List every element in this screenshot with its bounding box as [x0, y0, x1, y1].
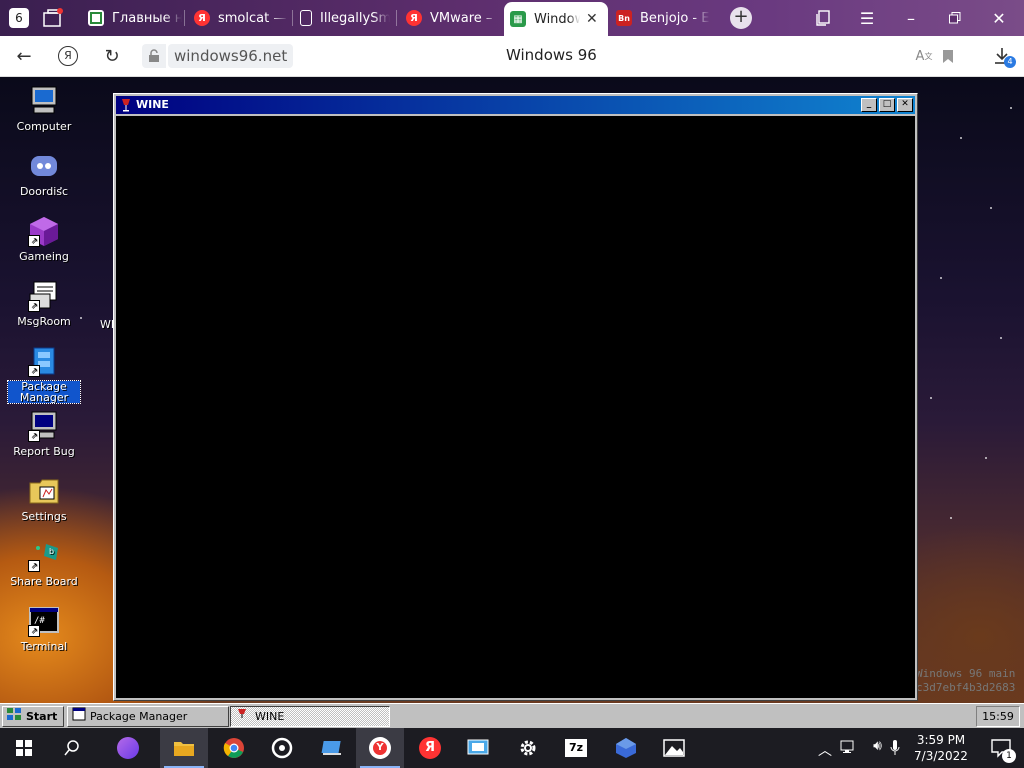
back-arrow-icon[interactable]: ← [10, 42, 38, 70]
plus-icon: + [730, 7, 752, 29]
file-explorer-icon[interactable] [160, 728, 208, 768]
taskbar-item-wine[interactable]: WINE [230, 706, 390, 727]
search-icon[interactable] [48, 728, 96, 768]
7zip-icon[interactable]: 7z [552, 728, 600, 768]
taskbar-clock[interactable]: 3:59 PM 7/3/2022 [910, 732, 972, 764]
wine-window[interactable]: WINE _ □ ✕ [113, 93, 918, 701]
desktop-icon-package-manager[interactable]: ↗ Package Manager [7, 345, 81, 404]
bookmark-icon[interactable] [934, 42, 962, 70]
tab-5-label: Window [534, 11, 580, 27]
downloads-badge: 4 [1004, 56, 1016, 68]
taskbar-item-package-manager[interactable]: Package Manager [67, 706, 229, 727]
new-tab-button[interactable]: + [726, 4, 756, 32]
collections-icon[interactable] [808, 4, 838, 32]
tab-counter-button[interactable]: 6 [4, 4, 34, 32]
windows-start-icon[interactable] [0, 728, 48, 768]
tab-count: 6 [9, 8, 29, 28]
tab-4-label: VMware – [430, 10, 493, 26]
address-bar: ← Я ↻ windows96.net Windows 96 A文 4 [0, 36, 1024, 77]
reload-icon[interactable]: ↻ [98, 42, 126, 70]
vmware-icon[interactable] [308, 728, 356, 768]
msgroom-icon: ↗ [28, 280, 60, 312]
lock-icon[interactable] [142, 44, 166, 68]
yandex-browser-icon[interactable]: Y [356, 728, 404, 768]
svg-text:b: b [49, 547, 54, 556]
w96-clock: 15:59 [976, 706, 1020, 727]
obs-icon[interactable] [258, 728, 306, 768]
windows-taskbar: Y Я 7z ︿ 🔊︎ 3:59 PM 7/3/2022 1 [0, 728, 1024, 768]
maximize-icon[interactable]: □ [879, 98, 895, 112]
yandex-icon: Я [406, 10, 422, 26]
downloads-icon[interactable]: 4 [988, 42, 1016, 70]
tab-6-label: Benjojo - E [640, 10, 710, 26]
discord-icon [28, 150, 60, 182]
desktop-icon-computer[interactable]: Computer [8, 85, 80, 132]
wine-content-area[interactable] [116, 116, 915, 698]
yandex-icon[interactable]: Я [406, 728, 454, 768]
photos-icon[interactable] [650, 728, 698, 768]
share-board-icon: b ↗ [28, 540, 60, 572]
version-watermark: Windows 96 main c3d7ebf4b3d2683 [916, 667, 1016, 694]
notification-count: 1 [1002, 749, 1016, 763]
close-window-icon[interactable]: ✕ [984, 4, 1014, 32]
tab-1-label: Главные н [112, 10, 182, 26]
browser-tab-bar: 6 Главные н Я smolcat — IllegallySm Я VM… [0, 0, 1024, 36]
report-bug-icon: ↗ [28, 410, 60, 442]
sheet-icon [88, 10, 104, 26]
tab-6[interactable]: Bn Benjojo - E [610, 4, 710, 32]
minimize-icon[interactable]: – [896, 4, 926, 32]
yandex-icon: Я [194, 10, 210, 26]
menu-icon[interactable]: ☰ [852, 4, 882, 32]
close-tab-icon[interactable]: ✕ [586, 11, 598, 27]
tab-2-label: smolcat — [218, 10, 287, 26]
windows96-icon: ▦ [510, 11, 526, 27]
tab-4[interactable]: Я VMware – [400, 4, 500, 32]
url-field[interactable]: windows96.net [168, 44, 294, 68]
windows96-logo-icon [6, 707, 22, 727]
desktop-icon-doordisc[interactable]: Doordisc [8, 150, 80, 197]
tab-2[interactable]: Я smolcat — [188, 4, 288, 32]
alice-assistant-icon[interactable] [104, 728, 152, 768]
page-title: Windows 96 [506, 46, 597, 64]
desktop-icon-gameing[interactable]: ↗ Gameing [8, 215, 80, 262]
minimize-icon[interactable]: _ [861, 98, 877, 112]
chrome-icon[interactable] [210, 728, 258, 768]
remote-desktop-icon[interactable] [454, 728, 502, 768]
tab-5-active[interactable]: ▦ Window ✕ [504, 2, 608, 36]
wine-glass-icon [120, 98, 132, 118]
desktop-icon-settings[interactable]: Settings [8, 475, 80, 522]
bn-icon: Bn [616, 10, 632, 26]
yandex-logo-icon[interactable]: Я [54, 42, 82, 70]
settings-gear-icon[interactable] [504, 728, 552, 768]
wine-titlebar[interactable]: WINE _ □ ✕ [116, 96, 915, 114]
tab-1[interactable]: Главные н [82, 4, 182, 32]
notifications-icon[interactable]: 1 [990, 738, 1016, 763]
computer-icon [28, 85, 60, 117]
desktop-icon-terminal[interactable]: /# ↗ Terminal [8, 605, 80, 652]
window-icon [72, 707, 86, 727]
tab-3-label: IllegallySm [320, 10, 390, 26]
wine-glass-icon [237, 707, 247, 726]
chevron-up-icon[interactable]: ︿ [818, 740, 832, 760]
package-icon: ↗ [28, 345, 60, 377]
close-icon[interactable]: ✕ [897, 98, 913, 112]
w96-taskbar: Start Package Manager WINE 15:59 [0, 703, 1024, 728]
wine-title: WINE [136, 98, 169, 111]
tab-3[interactable]: IllegallySm [294, 4, 394, 32]
restore-icon[interactable] [940, 4, 970, 32]
microphone-icon[interactable] [890, 739, 900, 760]
virtualbox-icon[interactable] [602, 728, 650, 768]
start-button[interactable]: Start [2, 706, 64, 727]
terminal-icon: /# ↗ [28, 605, 60, 637]
desktop-icon-msgroom[interactable]: ↗ MsgRoom [8, 280, 80, 327]
desktop-icon-report-bug[interactable]: ↗ Report Bug [8, 410, 80, 457]
volume-icon[interactable]: 🔊︎ [873, 738, 882, 754]
partial-icon-label: WI [100, 318, 115, 331]
network-icon[interactable] [840, 739, 858, 758]
cube-icon: ↗ [28, 215, 60, 247]
settings-folder-icon [28, 475, 60, 507]
tab-groups-icon[interactable] [38, 4, 68, 32]
desktop-icon-share-board[interactable]: b ↗ Share Board [8, 540, 80, 587]
page-icon [300, 10, 312, 26]
